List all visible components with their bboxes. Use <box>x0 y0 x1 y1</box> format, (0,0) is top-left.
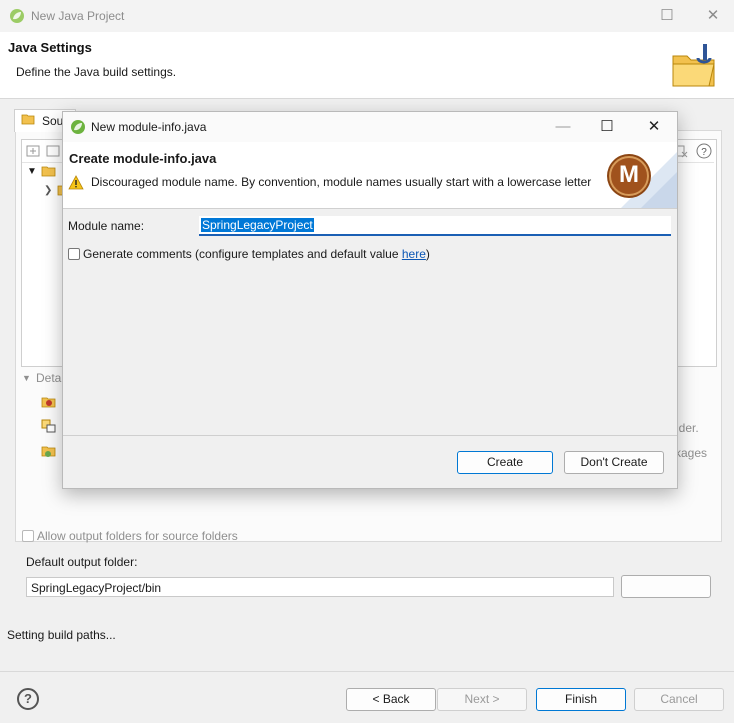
help-icon[interactable]: ? <box>696 143 712 162</box>
allow-output-label: Allow output folders for source folders <box>37 529 238 543</box>
dialog-close-button[interactable]: ✕ <box>634 112 674 142</box>
spring-leaf-icon <box>70 119 86 138</box>
svg-text:?: ? <box>701 147 707 158</box>
outer-window-title: New Java Project <box>31 9 125 23</box>
dialog-warning-message: Discouraged module name. By convention, … <box>91 175 592 189</box>
dialog-maximize-button[interactable]: ☐ <box>587 112 627 142</box>
generate-comments-label: Generate comments (configure templates a… <box>83 247 430 261</box>
link-source-icon[interactable] <box>41 395 57 412</box>
module-badge-letter: M <box>619 161 639 188</box>
allow-output-checkbox[interactable] <box>22 530 34 542</box>
create-button-label: Create <box>486 455 524 469</box>
outer-heading: Java Settings <box>8 40 92 55</box>
next-button[interactable]: Next > <box>437 688 527 711</box>
details-fragment-1: lder. <box>676 421 699 435</box>
finish-button[interactable]: Finish <box>536 688 626 711</box>
chevron-down-icon[interactable]: ▼ <box>27 166 37 177</box>
spring-leaf-icon <box>9 8 25 27</box>
outer-maximize-button[interactable]: ☐ <box>647 1 687 31</box>
cancel-button-label: Cancel <box>660 692 698 706</box>
chevron-right-icon[interactable]: ❯ <box>44 185 52 196</box>
create-button[interactable]: Create <box>457 451 553 474</box>
source-tab-label: Sou <box>42 114 64 128</box>
browse-button[interactable] <box>621 575 711 598</box>
dialog-heading: Create module-info.java <box>69 151 217 166</box>
generate-comments-suffix: ) <box>425 247 430 261</box>
finish-button-label: Finish <box>564 692 597 706</box>
module-badge-icon: M <box>601 142 677 208</box>
outer-subheading: Define the Java build settings. <box>16 65 177 79</box>
configure-templates-link[interactable]: here <box>402 247 426 261</box>
java-folder-icon <box>670 42 718 93</box>
status-text: Setting build paths... <box>7 628 116 642</box>
module-info-dialog: New module-info.java — ☐ ✕ Create module… <box>62 111 678 489</box>
module-name-value: SpringLegacyProject <box>201 218 314 232</box>
module-name-input[interactable]: SpringLegacyProject <box>199 216 671 236</box>
tree-toolbar-icon[interactable] <box>26 144 42 161</box>
tree-toolbar-icon[interactable] <box>46 144 62 161</box>
bottom-separator <box>0 671 734 672</box>
dialog-title: New module-info.java <box>91 120 207 134</box>
dialog-button-separator <box>63 435 677 436</box>
details-chevron-icon[interactable]: ▼ <box>22 373 31 383</box>
configure-icon[interactable] <box>41 444 57 461</box>
details-label: Deta <box>36 371 62 385</box>
help-button[interactable]: ? <box>17 688 39 710</box>
generate-comments-text: Generate comments (configure templates a… <box>83 247 402 261</box>
cancel-button[interactable]: Cancel <box>634 688 724 711</box>
outer-close-button[interactable]: ✕ <box>693 1 733 31</box>
module-name-label: Module name: <box>68 219 145 233</box>
default-output-label: Default output folder: <box>26 555 138 569</box>
help-glyph: ? <box>24 691 32 706</box>
add-folder-icon[interactable] <box>41 419 57 436</box>
project-folder-icon <box>41 164 57 181</box>
dont-create-button-label: Don't Create <box>580 455 648 469</box>
back-button[interactable]: < Back <box>346 688 436 711</box>
default-output-field[interactable]: SpringLegacyProject/bin <box>26 577 614 597</box>
generate-comments-checkbox[interactable] <box>68 248 80 260</box>
source-tab-icon <box>21 113 35 128</box>
warning-icon <box>68 175 84 193</box>
next-button-label: Next > <box>464 692 500 706</box>
dont-create-button[interactable]: Don't Create <box>564 451 664 474</box>
back-button-label: < Back <box>372 692 410 706</box>
details-fragment-2: kages <box>675 446 708 460</box>
dialog-minimize-button[interactable]: — <box>543 112 583 142</box>
default-output-value: SpringLegacyProject/bin <box>31 581 162 595</box>
